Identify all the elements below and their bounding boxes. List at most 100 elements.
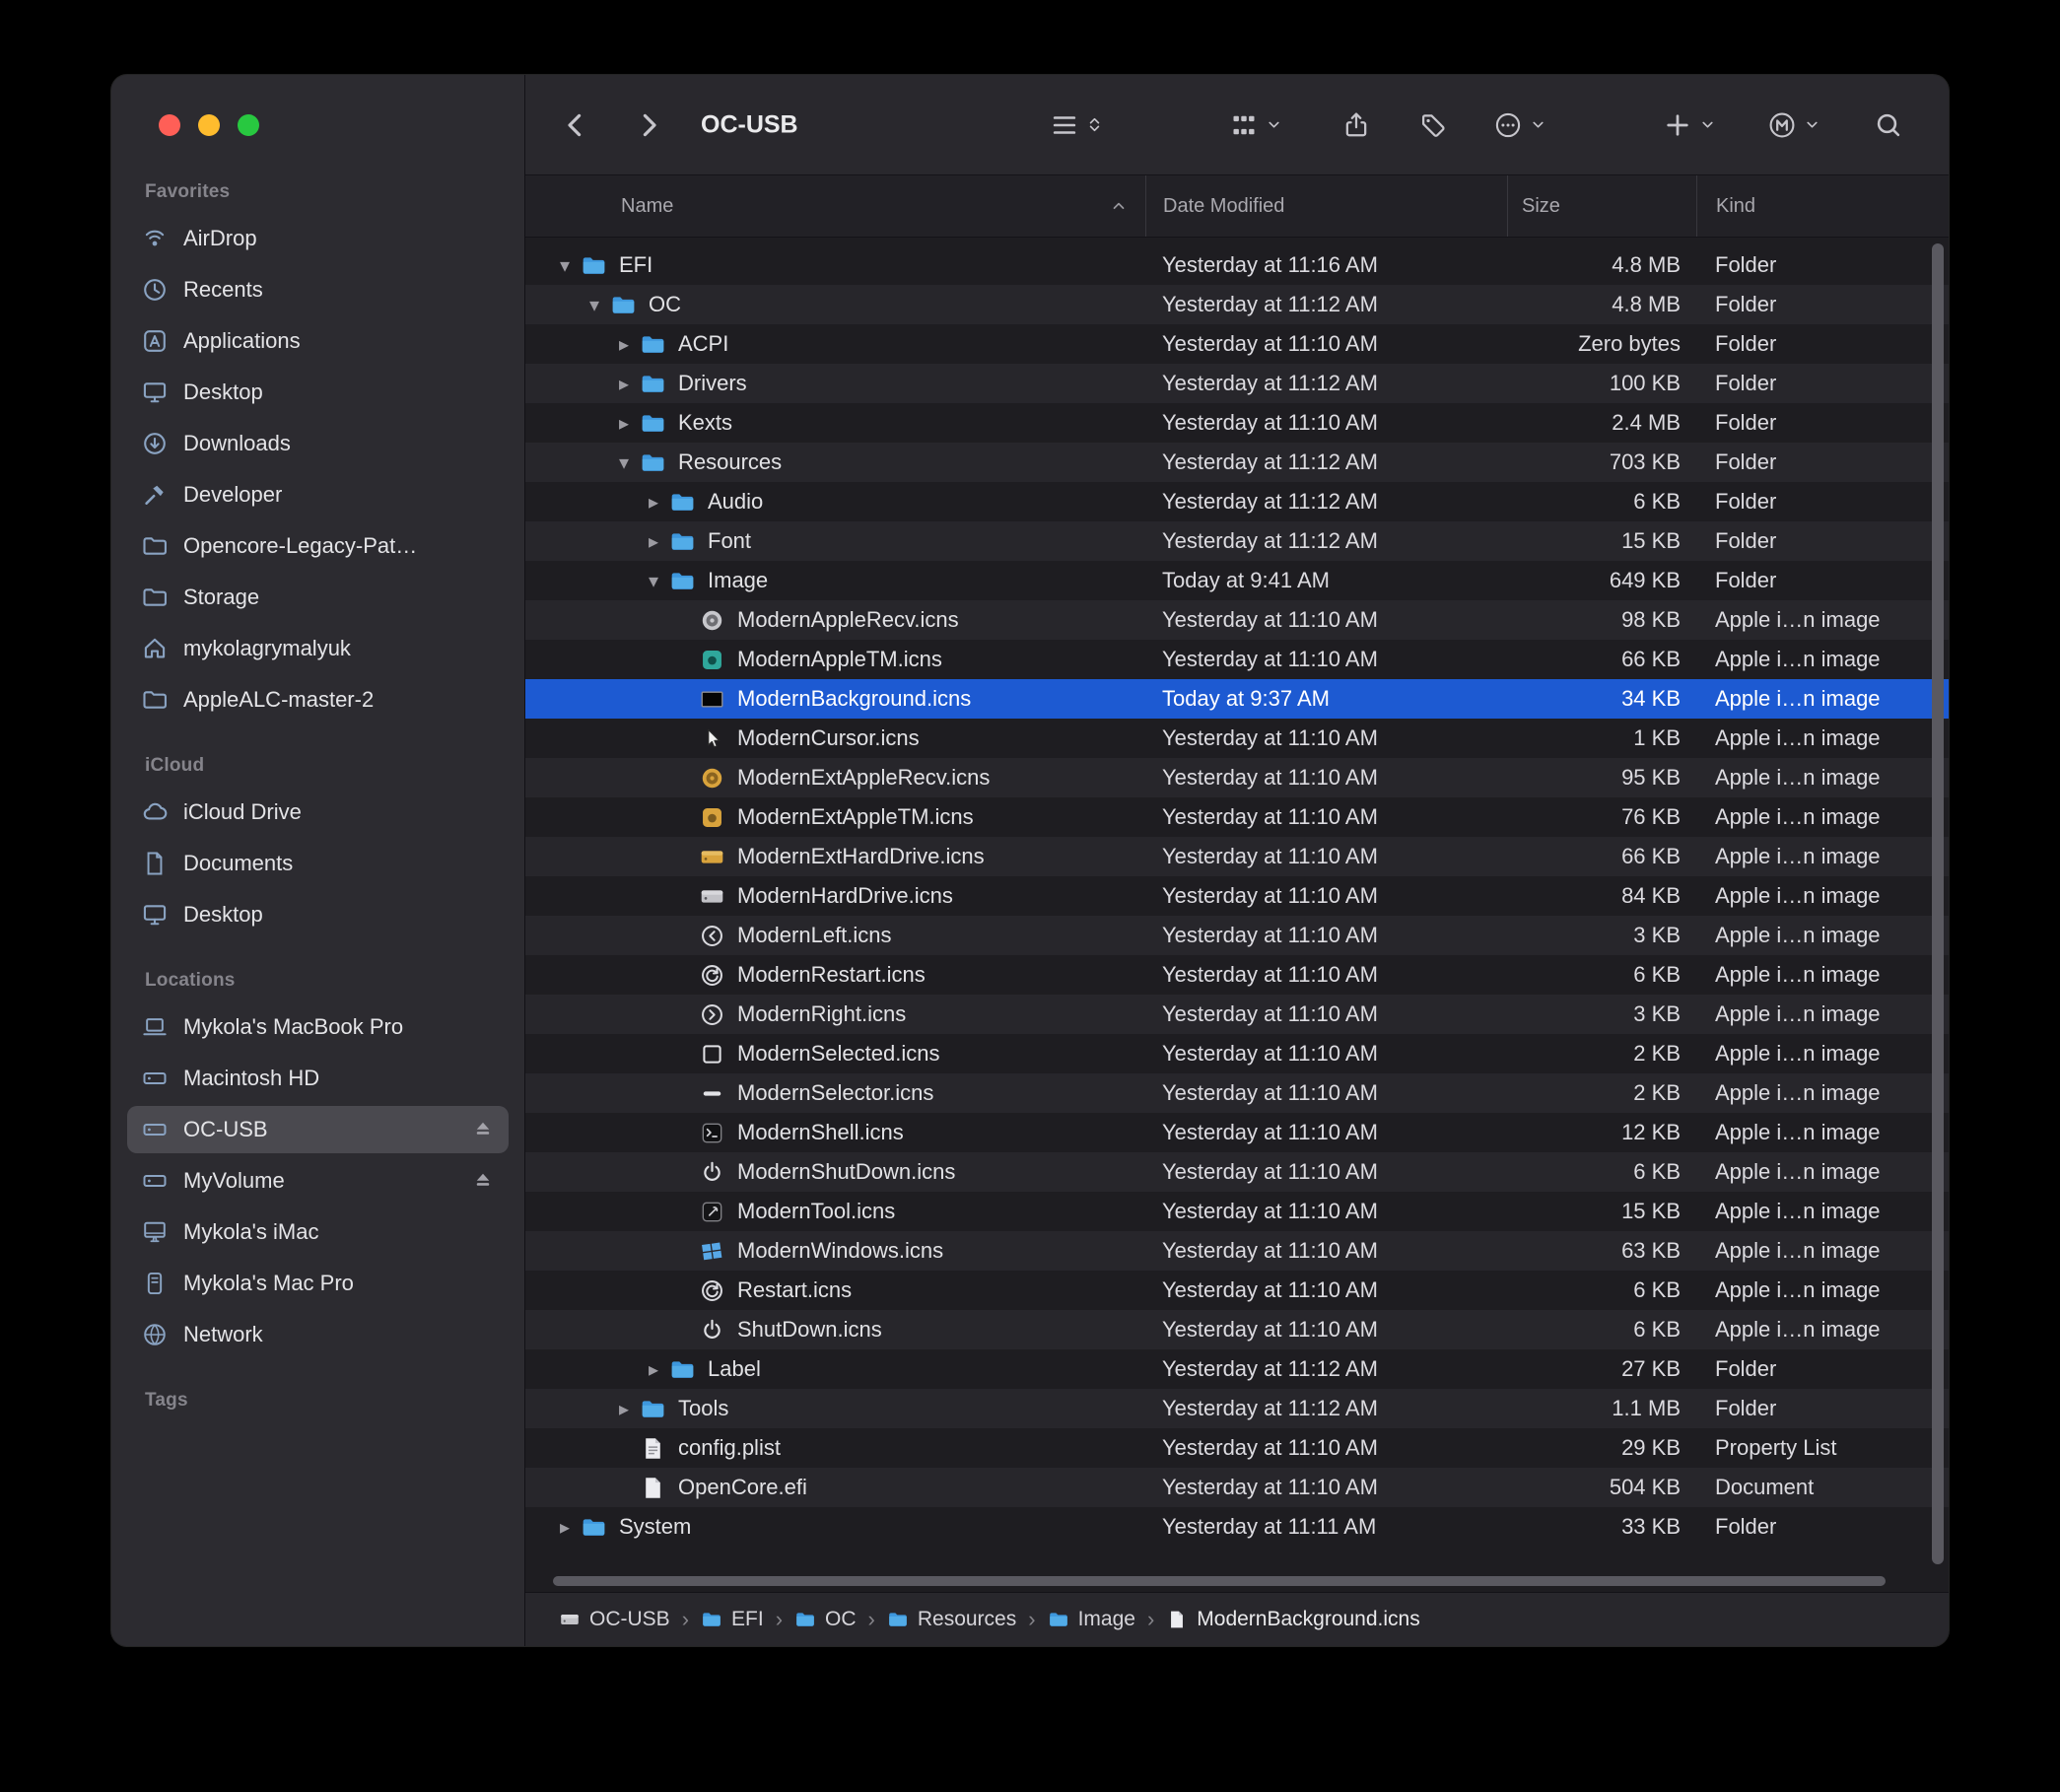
back-button[interactable]: [561, 110, 590, 140]
sidebar-item-developer[interactable]: Developer: [127, 471, 509, 518]
table-row[interactable]: ModernBackground.icnsToday at 9:37 AM34 …: [525, 679, 1949, 719]
sidebar-item-mykola-s-mac-pro[interactable]: Mykola's Mac Pro: [127, 1260, 509, 1307]
sidebar-item-airdrop[interactable]: AirDrop: [127, 215, 509, 262]
name-cell: ▸Label: [525, 1356, 1145, 1383]
table-row[interactable]: ModernWindows.icnsYesterday at 11:10 AM6…: [525, 1231, 1949, 1271]
sidebar-item-macintosh-hd[interactable]: Macintosh HD: [127, 1055, 509, 1102]
path-item-efi[interactable]: EFI: [701, 1608, 764, 1631]
table-row[interactable]: ▸FontYesterday at 11:12 AM15 KBFolder: [525, 521, 1949, 561]
minimize-button[interactable]: [198, 114, 220, 136]
column-header-date-modified[interactable]: Date Modified: [1145, 175, 1507, 237]
sidebar-item-downloads[interactable]: Downloads: [127, 420, 509, 467]
column-header-size[interactable]: Size: [1507, 175, 1696, 237]
sidebar-item-oc-usb[interactable]: OC-USB: [127, 1106, 509, 1153]
close-button[interactable]: [159, 114, 180, 136]
disclosure-open-icon[interactable]: ▾: [608, 450, 640, 475]
file-name: Kexts: [678, 410, 732, 436]
disclosure-open-icon[interactable]: ▾: [638, 569, 669, 593]
account-menu-button[interactable]: [1767, 110, 1820, 140]
table-row[interactable]: ModernExtHardDrive.icnsYesterday at 11:1…: [525, 837, 1949, 876]
table-row[interactable]: ModernRestart.icnsYesterday at 11:10 AM6…: [525, 955, 1949, 995]
table-row[interactable]: ModernAppleTM.icnsYesterday at 11:10 AM6…: [525, 640, 1949, 679]
table-row[interactable]: ▸AudioYesterday at 11:12 AM6 KBFolder: [525, 482, 1949, 521]
eject-button[interactable]: [471, 1169, 495, 1193]
table-row[interactable]: OpenCore.efiYesterday at 11:10 AM504 KBD…: [525, 1468, 1949, 1507]
table-row[interactable]: ▸SystemYesterday at 11:11 AM33 KBFolder: [525, 1507, 1949, 1547]
sidebar-item-myvolume[interactable]: MyVolume: [127, 1157, 509, 1205]
table-row[interactable]: ▾EFIYesterday at 11:16 AM4.8 MBFolder: [525, 245, 1949, 285]
table-row[interactable]: ▾OCYesterday at 11:12 AM4.8 MBFolder: [525, 285, 1949, 324]
sidebar-item-opencore-legacy-pat[interactable]: Opencore-Legacy-Pat…: [127, 522, 509, 570]
more-actions-button[interactable]: [1493, 110, 1546, 140]
vertical-scrollbar[interactable]: [1932, 243, 1944, 1564]
disclosure-closed-icon[interactable]: ▸: [638, 1357, 669, 1382]
column-header-name[interactable]: Name: [525, 175, 1145, 237]
table-row[interactable]: ModernLeft.icnsYesterday at 11:10 AM3 KB…: [525, 916, 1949, 955]
table-row[interactable]: ModernSelected.icnsYesterday at 11:10 AM…: [525, 1034, 1949, 1073]
table-row[interactable]: ▾ResourcesYesterday at 11:12 AM703 KBFol…: [525, 443, 1949, 482]
table-row[interactable]: ModernSelector.icnsYesterday at 11:10 AM…: [525, 1073, 1949, 1113]
table-row[interactable]: ModernHardDrive.icnsYesterday at 11:10 A…: [525, 876, 1949, 916]
sidebar-item-mykola-s-imac[interactable]: Mykola's iMac: [127, 1208, 509, 1256]
square-outline-icon: [699, 1041, 725, 1068]
table-row[interactable]: Restart.icnsYesterday at 11:10 AM6 KBApp…: [525, 1271, 1949, 1310]
table-row[interactable]: config.plistYesterday at 11:10 AM29 KBPr…: [525, 1428, 1949, 1468]
table-row[interactable]: ModernTool.icnsYesterday at 11:10 AM15 K…: [525, 1192, 1949, 1231]
sidebar-item-mykolagrymalyuk[interactable]: mykolagrymalyuk: [127, 625, 509, 672]
disclosure-closed-icon[interactable]: ▸: [608, 1397, 640, 1421]
disclosure-closed-icon[interactable]: ▸: [608, 411, 640, 436]
table-row[interactable]: ▸ToolsYesterday at 11:12 AM1.1 MBFolder: [525, 1389, 1949, 1428]
sidebar-item-icloud-drive[interactable]: iCloud Drive: [127, 789, 509, 836]
sidebar-item-applealc-master-2[interactable]: AppleALC-master-2: [127, 676, 509, 724]
sidebar-item-mykola-s-macbook-pro[interactable]: Mykola's MacBook Pro: [127, 1003, 509, 1051]
table-row[interactable]: ShutDown.icnsYesterday at 11:10 AM6 KBAp…: [525, 1310, 1949, 1349]
sidebar-item-desktop[interactable]: Desktop: [127, 369, 509, 416]
path-item-oc[interactable]: OC: [794, 1608, 857, 1631]
disclosure-open-icon[interactable]: ▾: [549, 253, 581, 278]
sidebar-item-label: Applications: [183, 328, 301, 354]
path-item-oc-usb[interactable]: OC-USB: [559, 1608, 670, 1631]
view-mode-button[interactable]: [1050, 110, 1103, 140]
sidebar-item-documents[interactable]: Documents: [127, 840, 509, 887]
path-item-modernbackground-icns[interactable]: ModernBackground.icns: [1166, 1608, 1419, 1631]
path-item-resources[interactable]: Resources: [887, 1608, 1016, 1631]
path-item-image[interactable]: Image: [1048, 1608, 1135, 1631]
disclosure-closed-icon[interactable]: ▸: [638, 490, 669, 515]
table-row[interactable]: ▸DriversYesterday at 11:12 AM100 KBFolde…: [525, 364, 1949, 403]
table-row[interactable]: ModernAppleRecv.icnsYesterday at 11:10 A…: [525, 600, 1949, 640]
forward-button[interactable]: [634, 110, 663, 140]
kind-cell: Folder: [1696, 331, 1949, 357]
path-separator: ›: [776, 1607, 783, 1632]
disclosure-closed-icon[interactable]: ▸: [608, 332, 640, 357]
table-row[interactable]: ▾ImageToday at 9:41 AM649 KBFolder: [525, 561, 1949, 600]
table-row[interactable]: ModernCursor.icnsYesterday at 11:10 AM1 …: [525, 719, 1949, 758]
group-button[interactable]: [1229, 110, 1282, 140]
table-row[interactable]: ▸LabelYesterday at 11:12 AM27 KBFolder: [525, 1349, 1949, 1389]
disclosure-closed-icon[interactable]: ▸: [608, 372, 640, 396]
table-row[interactable]: ModernShell.icnsYesterday at 11:10 AM12 …: [525, 1113, 1949, 1152]
disclosure-closed-icon[interactable]: ▸: [638, 529, 669, 554]
sidebar-item-storage[interactable]: Storage: [127, 574, 509, 621]
sidebar-item-network[interactable]: Network: [127, 1311, 509, 1358]
table-row[interactable]: ModernShutDown.icnsYesterday at 11:10 AM…: [525, 1152, 1949, 1192]
table-row[interactable]: ModernRight.icnsYesterday at 11:10 AM3 K…: [525, 995, 1949, 1034]
sidebar-item-recents[interactable]: Recents: [127, 266, 509, 313]
sidebar-item-applications[interactable]: Applications: [127, 317, 509, 365]
disclosure-open-icon[interactable]: ▾: [579, 293, 610, 317]
new-item-button[interactable]: [1663, 110, 1716, 140]
sidebar-item-desktop[interactable]: Desktop: [127, 891, 509, 938]
table-row[interactable]: ModernExtAppleRecv.icnsYesterday at 11:1…: [525, 758, 1949, 797]
power-icon: [699, 1159, 725, 1186]
kind-cell: Apple i…n image: [1696, 1120, 1949, 1145]
eject-button[interactable]: [471, 1118, 495, 1141]
table-row[interactable]: ▸KextsYesterday at 11:10 AM2.4 MBFolder: [525, 403, 1949, 443]
table-row[interactable]: ModernExtAppleTM.icnsYesterday at 11:10 …: [525, 797, 1949, 837]
tag-button[interactable]: [1418, 110, 1448, 140]
zoom-button[interactable]: [238, 114, 259, 136]
horizontal-scrollbar[interactable]: [553, 1576, 1886, 1586]
disclosure-closed-icon[interactable]: ▸: [549, 1515, 581, 1540]
share-button[interactable]: [1341, 110, 1371, 140]
search-button[interactable]: [1874, 110, 1903, 140]
table-row[interactable]: ▸ACPIYesterday at 11:10 AMZero bytesFold…: [525, 324, 1949, 364]
column-header-kind[interactable]: Kind: [1696, 175, 1949, 237]
